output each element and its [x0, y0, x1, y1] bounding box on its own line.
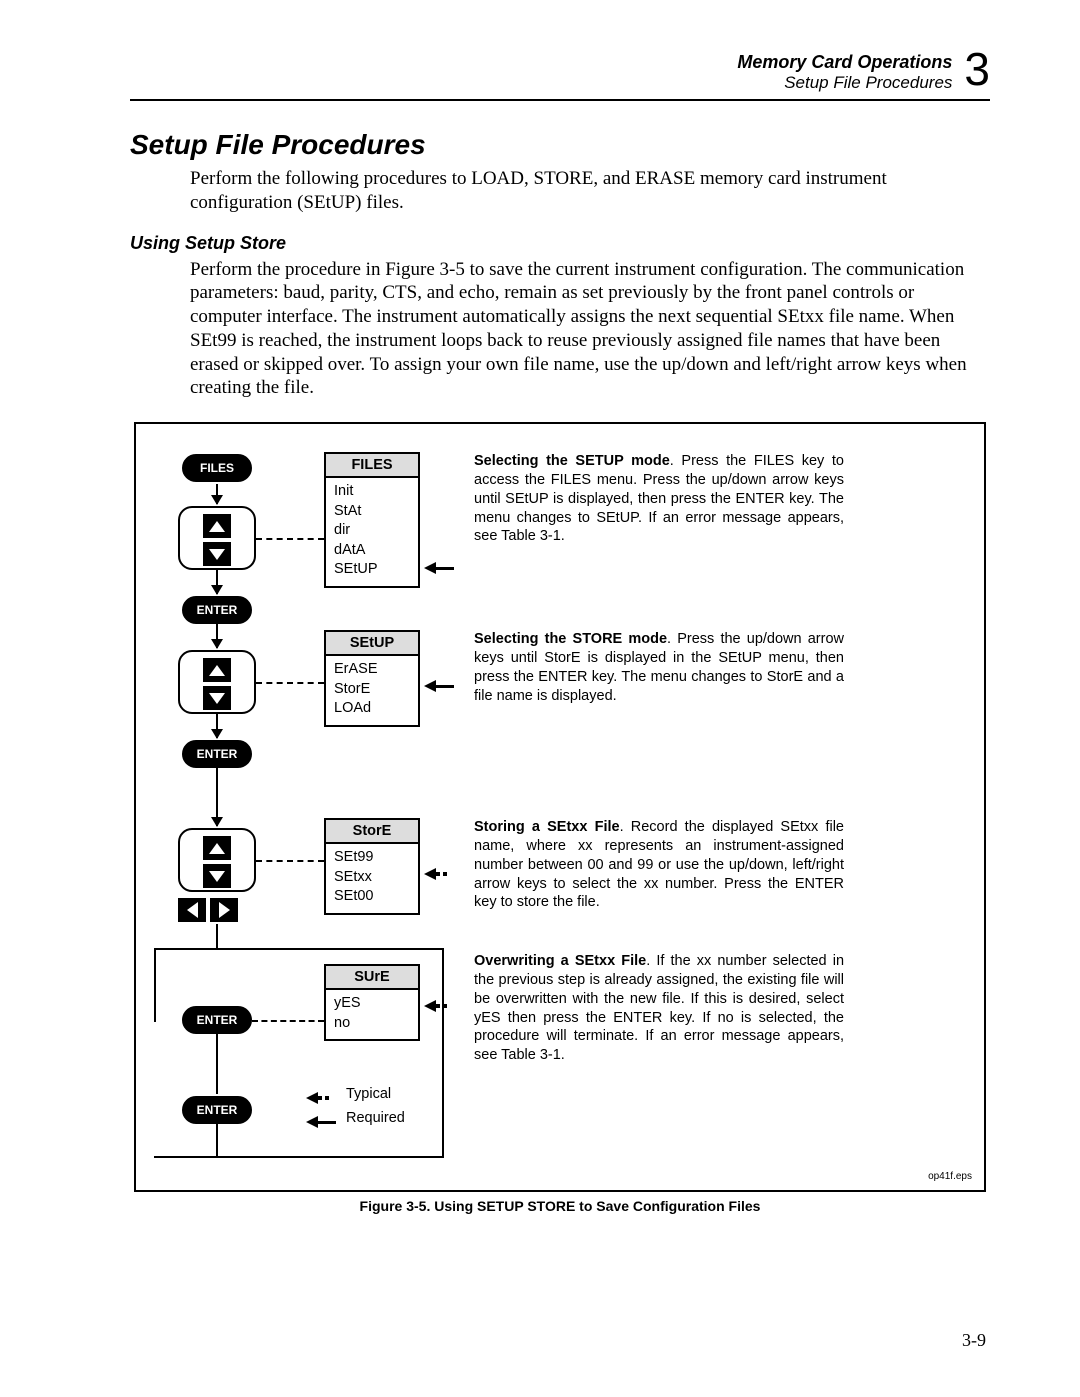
- pointer-typical-icon: [424, 1000, 436, 1012]
- menu-item: dAtA: [334, 541, 410, 561]
- page-number: 3-9: [962, 1330, 986, 1351]
- enter-key: ENTER: [182, 740, 252, 768]
- connector: [216, 1034, 218, 1094]
- arrow-up-icon: [203, 514, 231, 538]
- header-title: Memory Card Operations: [737, 52, 952, 73]
- menu-item: StAt: [334, 502, 410, 522]
- menu-item: yES: [334, 994, 410, 1014]
- menu-files: FILES Init StAt dir dAtA SEtUP: [324, 452, 420, 588]
- subheading: Using Setup Store: [130, 233, 990, 254]
- menu-store: StorE SEt99 SEtxx SEt00: [324, 818, 420, 915]
- menu-title: FILES: [326, 454, 418, 478]
- menu-item: SEtxx: [334, 868, 410, 888]
- menu-title: SEtUP: [326, 632, 418, 656]
- arrow-up-icon: [203, 836, 231, 860]
- connector: [154, 948, 156, 1022]
- menu-sure: SUrE yES no: [324, 964, 420, 1041]
- horiz-rail: [154, 1156, 444, 1158]
- menu-item: SEtUP: [334, 560, 410, 580]
- sub-paragraph: Perform the procedure in Figure 3-5 to s…: [190, 258, 990, 401]
- menu-item: Init: [334, 482, 410, 502]
- connector-dashed: [252, 1020, 324, 1022]
- connector-dashed: [256, 538, 324, 540]
- legend-required: Required: [346, 1110, 405, 1126]
- menu-item: SEt99: [334, 848, 410, 868]
- desc-storing-file: Storing a SEtxx File. Record the display…: [474, 818, 844, 912]
- arrow-left-icon: [178, 898, 206, 922]
- eps-filename: op41f.eps: [928, 1171, 972, 1182]
- connector: [442, 948, 444, 1158]
- figure-caption: Figure 3-5. Using SETUP STORE to Save Co…: [130, 1198, 990, 1214]
- intro-paragraph: Perform the following procedures to LOAD…: [190, 167, 990, 215]
- menu-item: SEt00: [334, 887, 410, 907]
- header-rule: [130, 99, 990, 101]
- section-title: Setup File Procedures: [130, 129, 990, 161]
- connector: [216, 570, 218, 594]
- horiz-rail: [154, 948, 444, 950]
- menu-item: LOAd: [334, 699, 410, 719]
- desc-overwriting-file: Overwriting a SEtxx File. If the xx numb…: [474, 952, 844, 1065]
- arrow-down-icon: [203, 542, 231, 566]
- pointer-required-icon: [424, 562, 436, 574]
- menu-item: ErASE: [334, 660, 410, 680]
- connector: [216, 484, 218, 504]
- connector: [216, 768, 218, 826]
- desc-setup-mode: Selecting the SETUP mode. Press the FILE…: [474, 452, 844, 546]
- connector: [216, 714, 218, 738]
- connector-dashed: [256, 860, 324, 862]
- connector: [216, 624, 218, 648]
- connector-dashed: [256, 682, 324, 684]
- arrow-down-icon: [203, 686, 231, 710]
- legend-typical: Typical: [346, 1086, 391, 1102]
- connector: [216, 1124, 218, 1156]
- menu-item: StorE: [334, 680, 410, 700]
- pointer-typical-icon: [424, 868, 436, 880]
- pointer-typical-icon: [306, 1092, 318, 1104]
- enter-key: ENTER: [182, 1006, 252, 1034]
- arrow-down-icon: [203, 864, 231, 888]
- header-subtitle: Setup File Procedures: [737, 73, 952, 93]
- menu-setup: SEtUP ErASE StorE LOAd: [324, 630, 420, 727]
- chapter-number: 3: [964, 50, 990, 88]
- menu-item: no: [334, 1014, 410, 1034]
- enter-key: ENTER: [182, 596, 252, 624]
- files-key: FILES: [182, 454, 252, 482]
- enter-key: ENTER: [182, 1096, 252, 1124]
- menu-title: SUrE: [326, 966, 418, 990]
- pointer-required-icon: [306, 1116, 318, 1128]
- page-header: Memory Card Operations Setup File Proced…: [130, 50, 990, 93]
- desc-store-mode: Selecting the STORE mode. Press the up/d…: [474, 630, 844, 705]
- pointer-required-icon: [424, 680, 436, 692]
- menu-item: dir: [334, 521, 410, 541]
- connector: [216, 924, 218, 948]
- figure-frame: FILES FILES Init StAt dir dAtA SEtUP ENT…: [134, 422, 986, 1192]
- arrow-right-icon: [210, 898, 238, 922]
- arrow-up-icon: [203, 658, 231, 682]
- menu-title: StorE: [326, 820, 418, 844]
